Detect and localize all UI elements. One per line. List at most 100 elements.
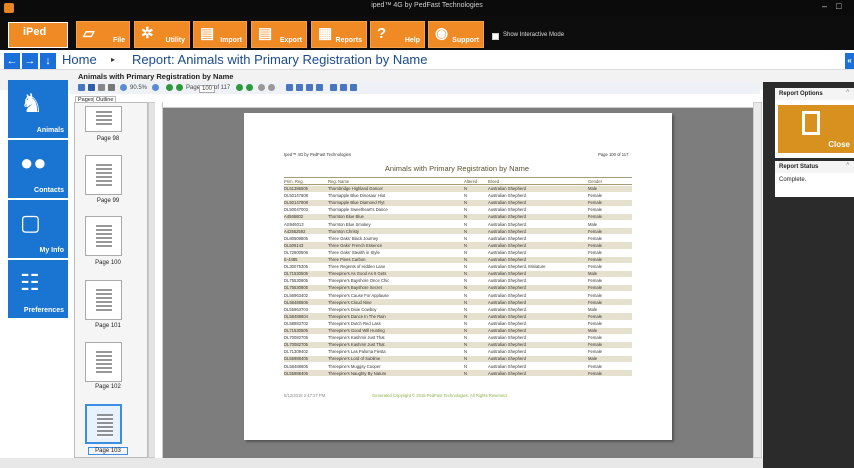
cell-reg-name: Three Oaks' Black Journey: [328, 235, 379, 241]
cell-prim-reg: DL30075305: [284, 264, 308, 270]
sidebar-item-contacts[interactable]: ●● Contacts: [8, 140, 68, 198]
sidebar-item-my-info[interactable]: ▢ My Info: [8, 200, 68, 258]
back-nav-icon[interactable]: [258, 84, 265, 91]
preferences-icon: ☷: [20, 270, 40, 295]
cell-altered: N: [464, 264, 468, 270]
prev-page-icon[interactable]: [176, 84, 183, 91]
save-icon[interactable]: [88, 84, 95, 91]
report-footer-left: 5/12/2018 2:47:27 PM: [284, 393, 326, 398]
settings-icon[interactable]: [350, 84, 357, 91]
cell-breed: Australian Shepherd: [488, 313, 526, 319]
search-icon[interactable]: [330, 84, 337, 91]
gear-icon: ✲: [141, 25, 154, 42]
thumbnail-page[interactable]: [85, 280, 122, 320]
forward-nav-icon[interactable]: [268, 84, 275, 91]
cell-gender: Male: [588, 271, 598, 277]
minimize-button[interactable]: –: [822, 1, 827, 11]
find-icon[interactable]: [316, 84, 323, 91]
cell-gender: Female: [588, 278, 602, 284]
file-button[interactable]: ▱ File: [76, 21, 130, 48]
report-title: Animals with Primary Registration by Nam…: [384, 164, 530, 173]
cell-gender: Male: [588, 221, 598, 227]
utility-button[interactable]: ✲ Utility: [134, 21, 190, 48]
forward-button[interactable]: →: [22, 53, 38, 69]
export-pdf-icon[interactable]: [108, 84, 115, 91]
back-button[interactable]: ←: [4, 53, 20, 69]
thumbnail-label: Page 103: [88, 447, 128, 455]
multi-page-icon[interactable]: [296, 84, 303, 91]
cell-reg-name: Three Oaks' Stealth in Style: [328, 249, 380, 255]
thumbnail-page[interactable]: [85, 342, 122, 382]
cell-gender: Female: [588, 292, 602, 298]
print-icon[interactable]: [98, 84, 105, 91]
thumbnails-icon[interactable]: [306, 84, 313, 91]
import-button[interactable]: ▤ Import: [193, 21, 247, 48]
filter-icon[interactable]: [340, 84, 347, 91]
viewer-scrollbar[interactable]: [753, 102, 762, 458]
single-page-icon[interactable]: [286, 84, 293, 91]
export-button[interactable]: ▤ Export: [251, 21, 307, 48]
collapse-icon[interactable]: ˄: [846, 89, 850, 95]
cell-gender: Female: [588, 370, 602, 376]
report-status-text: Complete.: [775, 173, 854, 197]
support-button[interactable]: ◉ Support: [428, 21, 484, 48]
cell-breed: Australian Shepherd: [488, 278, 526, 284]
sidebar-item-preferences[interactable]: ☷ Preferences: [8, 260, 68, 318]
zoom-out-icon[interactable]: [120, 84, 127, 91]
cell-reg-name: Threepine's Dixie Cowboy: [328, 306, 377, 312]
cell-altered: N: [464, 335, 468, 341]
cell-breed: Australian Shepherd: [488, 363, 526, 369]
open-icon[interactable]: [78, 84, 85, 91]
maximize-button[interactable]: □: [836, 1, 841, 11]
down-button[interactable]: ↓: [40, 53, 56, 69]
first-page-icon[interactable]: [166, 84, 173, 91]
cell-prim-reg: DL71530505: [284, 271, 308, 277]
cell-gender: Male: [588, 186, 598, 191]
page-label: Page: [186, 85, 201, 91]
collapse-icon[interactable]: ˄: [846, 162, 850, 168]
thumbnail-page[interactable]: [85, 216, 122, 256]
cell-reg-name: Three Regents of Hidden Lane: [328, 264, 386, 270]
cell-altered: N: [464, 342, 468, 348]
zoom-in-icon[interactable]: [152, 84, 159, 91]
cell-altered: N: [464, 242, 468, 248]
cell-prim-reg: DL50147808: [284, 200, 308, 206]
close-button[interactable]: Close: [778, 105, 854, 153]
cell-reg-name: Thornapple Sweetheart's Dance: [328, 207, 388, 213]
cell-prim-reg: A42562592: [284, 228, 306, 234]
zoom-level[interactable]: 90.5%: [130, 85, 147, 91]
last-page-icon[interactable]: [246, 84, 253, 91]
cell-gender: Female: [588, 363, 602, 369]
help-button[interactable]: ? Help: [370, 21, 425, 48]
cell-prim-reg: DL58983702: [284, 320, 308, 326]
cell-altered: N: [464, 313, 468, 319]
person-icon: ▢: [20, 210, 41, 235]
cell-gender: Female: [588, 342, 602, 348]
cell-altered: N: [464, 193, 468, 199]
door-icon: [802, 111, 820, 135]
cell-prim-reg: DL55988405: [284, 356, 308, 362]
cell-breed: Australian Shepherd, Miniature: [488, 264, 546, 270]
thumbnail-page-selected[interactable]: [85, 404, 122, 444]
expand-icon: «: [847, 56, 852, 65]
cell-altered: N: [464, 370, 468, 376]
sidebar-item-animals[interactable]: ♞ Animals: [8, 80, 68, 138]
cell-altered: N: [464, 257, 468, 262]
thumbnail-page[interactable]: [85, 106, 122, 132]
interactive-mode-checkbox[interactable]: [492, 33, 499, 40]
expand-right-button[interactable]: «: [845, 53, 854, 69]
cell-prim-reg: DL72800506: [284, 249, 308, 255]
reports-button[interactable]: ▦ Reports: [311, 21, 367, 48]
home-link[interactable]: Home: [62, 52, 97, 67]
cell-prim-reg: DL56963402: [284, 292, 308, 298]
cell-breed: Australian Shepherd: [488, 328, 526, 333]
lifebuoy-icon: ◉: [435, 25, 449, 42]
cell-reg-name: Three Pines Carbon: [328, 257, 366, 262]
thumbnail-page[interactable]: [85, 155, 122, 195]
next-page-icon[interactable]: [236, 84, 243, 91]
title-bar: iped™ 4G by PedFast Technologies – □: [0, 0, 854, 16]
report-status-header: Report Status: [775, 161, 854, 173]
report-header-right: Page 100 of 117: [598, 152, 629, 157]
cell-gender: Female: [588, 249, 602, 255]
page-input[interactable]: 100: [199, 85, 216, 93]
